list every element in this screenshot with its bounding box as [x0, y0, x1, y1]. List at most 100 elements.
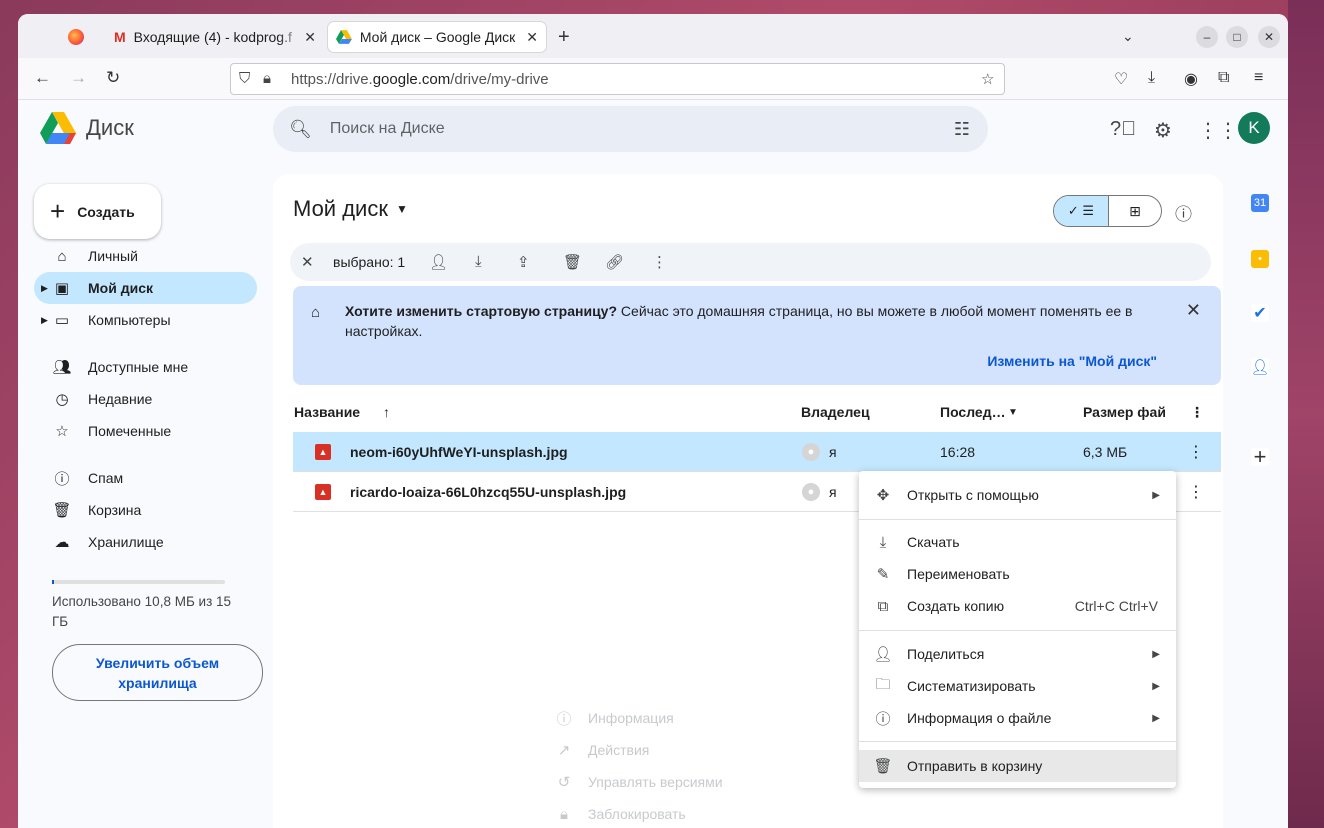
search-icon[interactable]: 🔍︎: [289, 119, 312, 140]
submenu-info[interactable]: ⓘ Информация: [540, 702, 858, 734]
menu-rename[interactable]: ✎ Переименовать: [859, 558, 1176, 590]
avatar[interactable]: K: [1238, 112, 1270, 144]
start-page-banner: ⌂ Хотите изменить стартовую страницу? Се…: [293, 286, 1221, 385]
submenu-versions[interactable]: ↺ Управлять версиями: [540, 766, 858, 798]
firefox-view-tab[interactable]: [58, 22, 94, 52]
sidebar-item-shared[interactable]: 👥︎ Доступные мне: [34, 351, 257, 383]
sidebar-item-recent[interactable]: ◷ Недавние: [34, 383, 257, 415]
bookmark-star-icon[interactable]: ☆: [981, 70, 994, 88]
close-icon[interactable]: ✕: [1186, 300, 1201, 321]
column-modified[interactable]: Послед…: [940, 404, 1006, 420]
close-icon[interactable]: ✕: [526, 29, 538, 46]
download-icon[interactable]: ⤓: [475, 253, 482, 270]
info-icon: ⓘ: [875, 710, 891, 728]
close-icon[interactable]: ✕: [301, 253, 314, 271]
minimize-button[interactable]: –: [1196, 26, 1218, 48]
menu-copy[interactable]: ⧉ Создать копию Ctrl+C Ctrl+V: [859, 590, 1176, 622]
sidebar-item-spam[interactable]: ⓘ Спам: [34, 462, 257, 494]
submenu-activity[interactable]: ↗ Действия: [540, 734, 858, 766]
tasks-icon[interactable]: ✔: [1251, 304, 1269, 322]
column-size[interactable]: Размер фай: [1083, 404, 1166, 420]
more-vert-icon[interactable]: ⋮: [1190, 404, 1204, 421]
gmail-icon: M: [114, 29, 126, 45]
contacts-icon[interactable]: 👤︎: [1250, 358, 1270, 376]
forward-arrow-icon[interactable]: →: [70, 68, 87, 88]
sidebar-item-computers[interactable]: ▶ ▭ Компьютеры: [34, 304, 257, 336]
lock-icon[interactable]: 🔒︎: [263, 70, 271, 87]
file-name: ricardo-loaiza-66L0hzcq55U-unsplash.jpg: [350, 484, 627, 500]
gear-icon[interactable]: ⚙: [1154, 118, 1172, 143]
menu-divider: [859, 741, 1176, 742]
move-icon[interactable]: ⇪: [517, 253, 530, 271]
sidebar-item-label: Компьютеры: [88, 312, 171, 328]
pocket-icon[interactable]: ♡: [1114, 69, 1128, 89]
calendar-icon[interactable]: 31: [1251, 194, 1269, 212]
more-vert-icon[interactable]: ⋮: [1188, 482, 1204, 502]
download-icon[interactable]: ⤓: [1148, 69, 1155, 87]
table-row[interactable]: ▲ neom-i60yUhfWeYI-unsplash.jpg ● я 16:2…: [293, 432, 1221, 472]
menu-organize[interactable]: 🗀 Систематизировать ▶: [859, 670, 1176, 702]
sidebar-item-home[interactable]: ⌂ Личный: [34, 240, 257, 272]
history-icon: ↺: [557, 774, 571, 791]
info-icon[interactable]: ⓘ: [1175, 200, 1192, 225]
shield-icon[interactable]: ⛉: [239, 70, 250, 87]
firefox-icon: [68, 29, 84, 45]
navigation-bar: ← → ↻ ⛉ 🔒︎ https://drive.google.com/driv…: [18, 58, 1288, 100]
filter-options-icon[interactable]: ☷: [954, 119, 970, 140]
add-addon-icon[interactable]: +: [1251, 444, 1269, 469]
column-owner[interactable]: Владелец: [801, 404, 870, 420]
caret-right-icon[interactable]: ▶: [41, 283, 48, 294]
tab-gmail[interactable]: M Входящие (4) - kodprog.f ✕: [106, 22, 324, 52]
chevron-down-icon[interactable]: ⌄: [1122, 28, 1134, 45]
column-name[interactable]: Название: [294, 404, 360, 420]
account-icon[interactable]: ◉: [1184, 69, 1198, 89]
drive-logo[interactable]: Диск: [40, 112, 134, 144]
menu-download[interactable]: ⤓ Скачать: [859, 526, 1176, 558]
close-icon[interactable]: ✕: [304, 29, 316, 46]
back-arrow-icon[interactable]: ←: [34, 68, 51, 88]
create-button[interactable]: + Создать: [34, 184, 161, 239]
menu-open-with[interactable]: ✥ Открыть с помощью ▶: [859, 479, 1176, 511]
url-bar[interactable]: ⛉ 🔒︎ https://drive.google.com/drive/my-d…: [230, 63, 1005, 95]
list-view-button[interactable]: ✓ ☰: [1054, 196, 1109, 226]
search-bar[interactable]: 🔍︎ ☷: [273, 106, 988, 152]
sidebar-item-storage[interactable]: ☁ Хранилище: [34, 526, 257, 558]
hamburger-menu-icon[interactable]: ≡: [1254, 69, 1263, 87]
caret-right-icon[interactable]: ▶: [41, 315, 48, 326]
extensions-icon[interactable]: ⧉: [1218, 69, 1229, 87]
caret-down-icon: ▼: [395, 202, 408, 216]
page-title-text: Мой диск: [293, 196, 388, 221]
sort-arrow-icon[interactable]: ↑: [383, 404, 390, 420]
chevron-right-icon: ▶: [1152, 680, 1160, 692]
more-vert-icon[interactable]: ⋮: [1188, 442, 1204, 462]
plus-icon: +: [50, 196, 66, 226]
upgrade-storage-button[interactable]: Увеличить объем хранилища: [52, 644, 263, 701]
menu-label: Действия: [588, 742, 650, 758]
grid-view-button[interactable]: ⊞: [1109, 196, 1161, 226]
close-window-button[interactable]: ✕: [1258, 26, 1280, 48]
link-icon[interactable]: 🔗︎: [605, 253, 624, 271]
sidebar-item-starred[interactable]: ☆ Помеченные: [34, 415, 257, 447]
menu-share[interactable]: 👤︎ Поделиться ▶: [859, 638, 1176, 670]
share-icon[interactable]: 👤︎: [429, 253, 448, 271]
submenu-lock[interactable]: 🔒︎ Заблокировать: [540, 798, 858, 828]
keep-icon[interactable]: •: [1251, 250, 1269, 268]
spam-icon: ⓘ: [54, 470, 70, 488]
sidebar-item-trash[interactable]: 🗑︎ Корзина: [34, 494, 257, 526]
search-input[interactable]: [329, 120, 890, 138]
tab-drive[interactable]: Мой диск – Google Диск ✕: [328, 22, 546, 52]
help-icon[interactable]: ?⃝: [1110, 118, 1136, 141]
url-path: /drive/my-drive: [450, 70, 549, 88]
reload-icon[interactable]: ↻: [106, 68, 120, 88]
menu-file-info[interactable]: ⓘ Информация о файле ▶: [859, 702, 1176, 734]
new-tab-button[interactable]: +: [558, 26, 570, 49]
sidebar-item-my-drive[interactable]: ▶ ▣ Мой диск: [34, 272, 257, 304]
menu-label: Скачать: [907, 534, 960, 550]
more-vert-icon[interactable]: ⋮: [652, 253, 667, 271]
maximize-button[interactable]: □: [1226, 26, 1248, 48]
page-title[interactable]: Мой диск ▼: [293, 196, 408, 222]
trash-icon[interactable]: 🗑︎: [563, 253, 582, 271]
caret-down-icon[interactable]: ▼: [1008, 407, 1018, 418]
change-start-page-button[interactable]: Изменить на "Мой диск": [987, 353, 1157, 369]
menu-move-to-trash[interactable]: 🗑︎ Отправить в корзину: [859, 750, 1176, 782]
